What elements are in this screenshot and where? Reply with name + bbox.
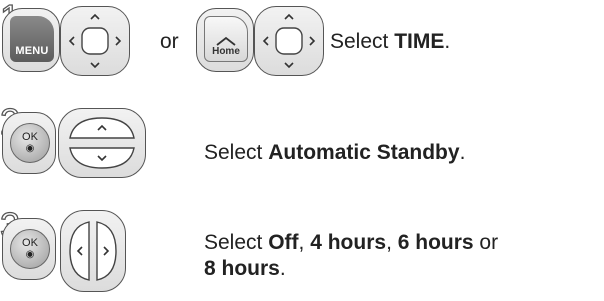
ok-dot-icon: ◉ bbox=[25, 249, 35, 260]
step1-bold: TIME bbox=[394, 30, 445, 53]
step3-sep3: or bbox=[473, 231, 499, 254]
home-key-label: Home bbox=[212, 46, 240, 57]
menu-key-icon: MENU bbox=[10, 16, 54, 62]
step1-suffix: . bbox=[444, 30, 451, 53]
step3-instruction-line2: 8 hours. bbox=[204, 256, 286, 282]
left-right-buttons-icon bbox=[69, 221, 117, 281]
up-down-button[interactable] bbox=[58, 108, 146, 178]
ok-button-step3[interactable]: OK ◉ bbox=[2, 218, 56, 280]
option-4-hours: 4 hours bbox=[310, 231, 387, 254]
ok-dot-icon: ◉ bbox=[25, 143, 35, 154]
step2-prefix: Select bbox=[204, 141, 269, 164]
navigation-pad-icon bbox=[68, 13, 122, 69]
option-8-hours: 8 hours bbox=[204, 257, 280, 280]
ok-button-step2[interactable]: OK ◉ bbox=[2, 112, 56, 174]
nav-pad-button-step1b[interactable] bbox=[254, 6, 324, 76]
ok-key-label: OK bbox=[22, 131, 38, 143]
home-button[interactable]: Home bbox=[196, 8, 254, 72]
menu-key-label: MENU bbox=[15, 45, 49, 57]
home-key-icon: Home bbox=[204, 16, 248, 62]
navigation-pad-icon bbox=[262, 13, 316, 69]
step3-sep1: , bbox=[298, 231, 311, 254]
nav-pad-button-step1[interactable] bbox=[60, 6, 130, 76]
or-text: or bbox=[160, 30, 179, 53]
ok-key-label: OK bbox=[22, 237, 38, 249]
step2-bold: Automatic Standby bbox=[268, 141, 460, 164]
step2-suffix: . bbox=[459, 141, 466, 164]
step3-prefix: Select bbox=[204, 231, 269, 254]
step3-sep2: , bbox=[386, 231, 398, 254]
step3-instruction-line1: Select Off, 4 hours, 6 hours or bbox=[204, 230, 498, 256]
step2-instruction: Select Automatic Standby. bbox=[204, 140, 465, 166]
step1-prefix: Select bbox=[330, 30, 395, 53]
menu-button[interactable]: MENU bbox=[2, 8, 60, 72]
step1-instruction: Select TIME. bbox=[330, 29, 450, 55]
option-off: Off bbox=[268, 231, 299, 254]
ok-key-icon: OK ◉ bbox=[10, 229, 50, 269]
left-right-button[interactable] bbox=[60, 210, 126, 292]
instruction-page: 1 MENU or Home Select bbox=[0, 0, 604, 301]
ok-key-icon: OK ◉ bbox=[10, 123, 50, 163]
up-down-buttons-icon bbox=[69, 117, 135, 169]
option-6-hours: 6 hours bbox=[397, 231, 474, 254]
step3-sep4: . bbox=[279, 257, 286, 280]
home-roof-icon bbox=[216, 36, 236, 46]
